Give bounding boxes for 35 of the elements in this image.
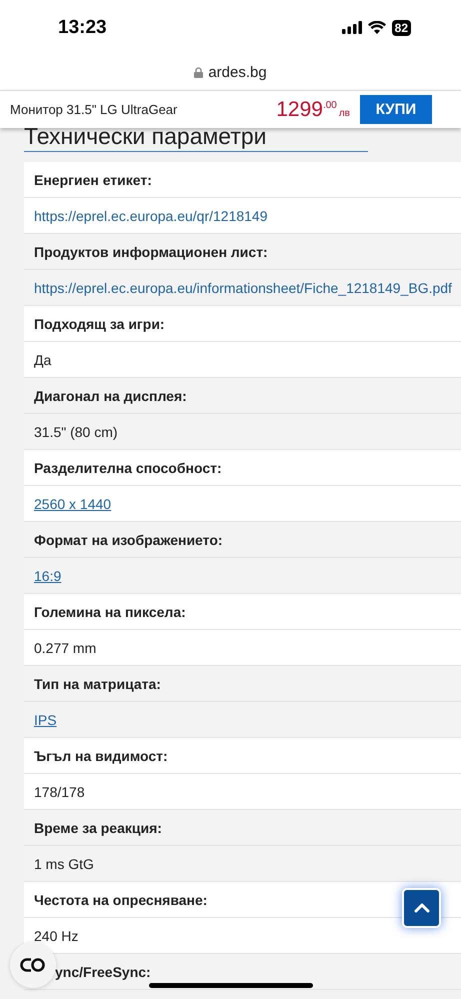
clock: 13:23 <box>58 16 107 38</box>
spec-label: Ъгъл на видимост: <box>34 748 168 764</box>
spec-value: 240 Hz <box>34 928 78 944</box>
spec-label: Тип на матрицата: <box>34 676 161 692</box>
product-name: Монитор 31.5" LG UltraGear <box>10 102 178 117</box>
spec-label: Енергиен етикет: <box>34 172 152 188</box>
spec-link[interactable]: IPS <box>34 712 57 728</box>
signal-icon <box>342 21 362 34</box>
price: 1299$^{.00}$ лв <box>276 98 350 122</box>
spec-label: Формат на изображението: <box>34 532 223 548</box>
spec-label: Подходящ за игри: <box>34 316 165 332</box>
spec-link[interactable]: https://eprel.ec.europa.eu/qr/1218149 <box>34 208 268 224</box>
spec-label: Честота на опресняване: <box>34 892 208 908</box>
buy-button[interactable]: КУПИ <box>360 95 432 124</box>
link-icon-button[interactable] <box>10 942 56 988</box>
spec-label: ync/FreeSync: <box>55 964 151 980</box>
spec-link[interactable]: 16:9 <box>34 568 62 584</box>
spec-label: Диагонал на дисплея: <box>34 388 187 404</box>
chevron-up-icon <box>414 903 430 913</box>
spec-value: 1 ms GtG <box>34 856 94 872</box>
scroll-top-button[interactable] <box>402 888 441 928</box>
link-icon <box>20 957 46 973</box>
url-text[interactable]: ardes.bg <box>208 64 267 81</box>
lock-icon <box>194 67 204 78</box>
wifi-icon <box>368 21 386 34</box>
battery-icon: 82 <box>392 20 411 36</box>
spec-value: 31.5" (80 cm) <box>34 424 118 440</box>
spec-value: 178/178 <box>34 784 85 800</box>
spec-label: Големина на пиксела: <box>34 604 186 620</box>
spec-value: 0.277 mm <box>34 640 96 656</box>
spec-link[interactable]: 2560 x 1440 <box>34 496 112 512</box>
spec-value: Да <box>34 352 52 368</box>
spec-label: Продуктов информационен лист: <box>34 244 268 260</box>
spec-label: Време за реакция: <box>34 820 162 836</box>
spec-label: Разделителна способност: <box>34 460 222 476</box>
